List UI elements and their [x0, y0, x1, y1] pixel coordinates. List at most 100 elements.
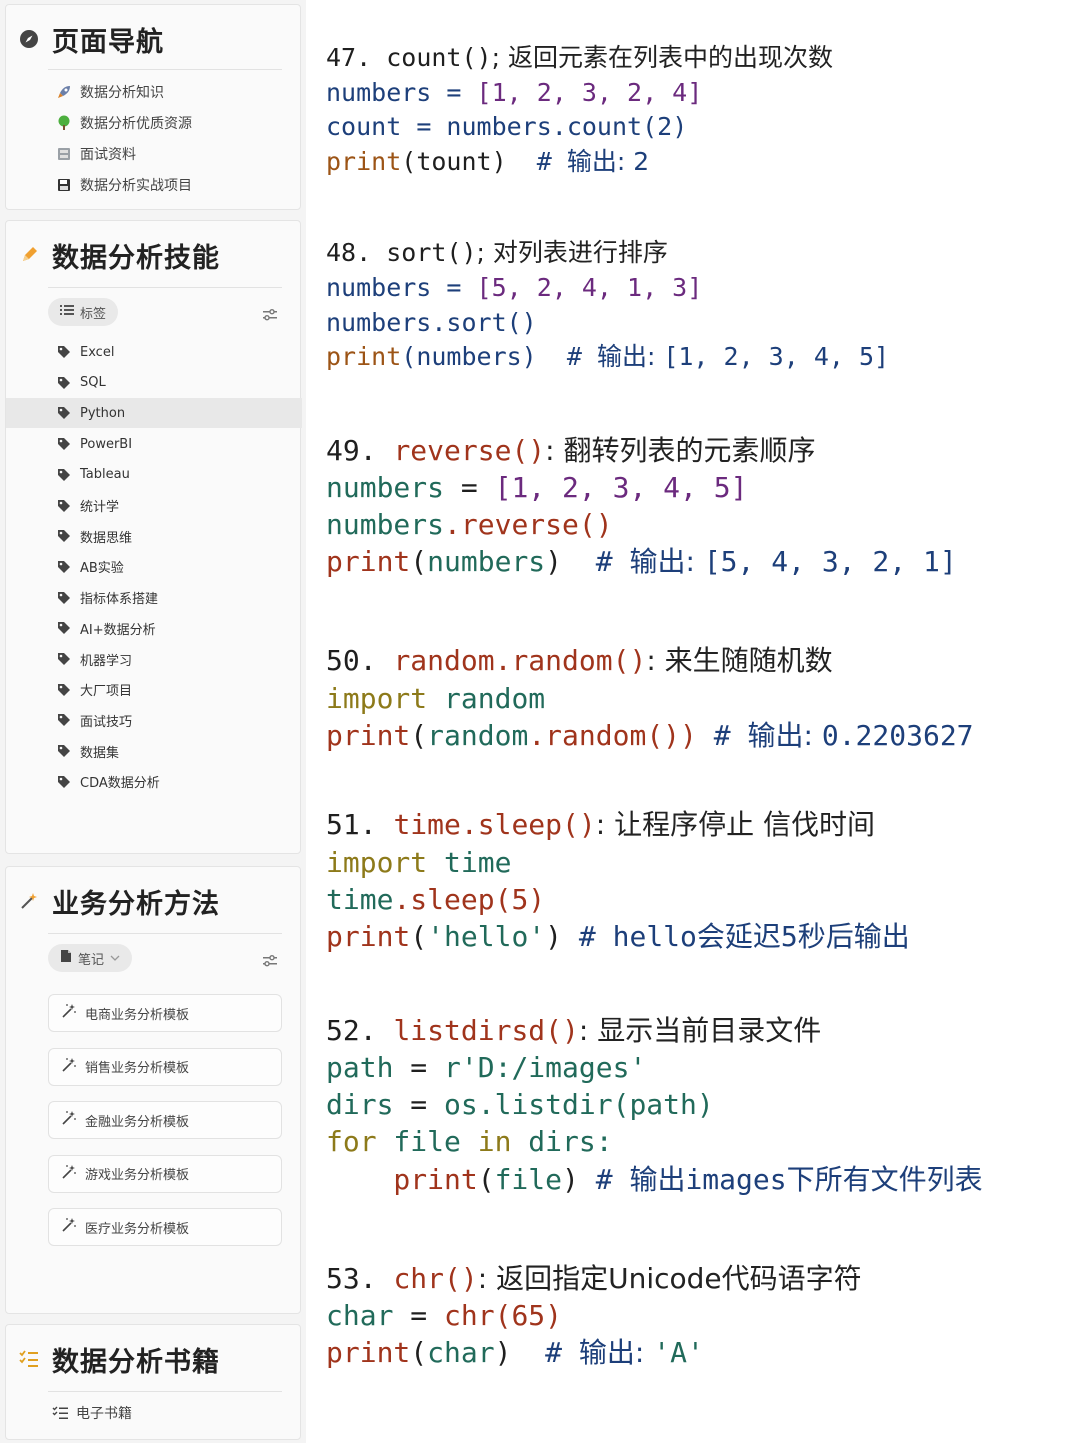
methods-card: 业务分析方法 笔记 电商业务分析模板 销售业务分析模板 金融业务分析模板 游戏业务分析… — [5, 866, 301, 1314]
code-token: ( — [477, 1163, 495, 1196]
nav-item-resources[interactable]: 数据分析优质资源 — [56, 111, 192, 135]
function-description: 返回元素在列表中的出现次数 — [507, 43, 833, 72]
block-heading: 47. count(); 返回元素在列表中的出现次数 — [326, 43, 833, 73]
code-comment: [1, 2, 3, 4, 5] — [663, 342, 890, 371]
tag-label: 指标体系搭建 — [80, 592, 159, 608]
code-token: = — [393, 1299, 445, 1332]
code-token: numbers — [326, 78, 432, 107]
function-description: 让程序停止 信伐时间 — [614, 808, 875, 841]
separator: : — [477, 1262, 497, 1295]
template-button[interactable]: 电商业务分析模板 — [48, 994, 282, 1032]
tag-item[interactable]: 机器学习 — [6, 644, 302, 674]
divider — [48, 1391, 282, 1392]
code-comment: 输出: 2 — [566, 147, 650, 176]
code-token: numbers — [326, 508, 445, 541]
code-comment: # — [562, 920, 613, 953]
tag-icon — [56, 651, 72, 667]
code-token: = — [431, 78, 477, 107]
block-heading: 51. time.sleep(): 让程序停止 信伐时间 — [326, 810, 875, 840]
template-label: 销售业务分析模板 — [85, 1061, 190, 1076]
code-comment: 输出images下所有文件列表 — [629, 1163, 983, 1196]
code-comment: hello会延迟5秒后输出 — [612, 920, 910, 953]
code-line: numbers = [5, 2, 4, 1, 3] — [326, 273, 702, 303]
code-line: numbers = [1, 2, 3, 4, 5] — [326, 473, 747, 503]
tag-icon — [56, 620, 72, 636]
template-label: 电商业务分析模板 — [85, 1007, 190, 1023]
template-button[interactable]: 游戏业务分析模板 — [48, 1154, 282, 1193]
code-token: numbers.sort() — [326, 308, 537, 337]
code-token: ) — [545, 545, 563, 578]
code-token: print — [326, 1163, 478, 1196]
tags-view-chip[interactable]: 标签 — [48, 298, 119, 326]
separator: ; — [476, 238, 493, 267]
tag-item[interactable]: 数据集 — [6, 736, 302, 766]
books-header: 数据分析书籍 — [18, 1339, 220, 1379]
tag-item[interactable]: SQL — [6, 368, 302, 398]
code-comment: 输出: — [629, 545, 704, 578]
tag-item[interactable]: AB实验 — [6, 552, 302, 582]
code-token: [5, 2, 4, 1, 3] — [476, 273, 703, 302]
magic-wand-icon — [18, 890, 40, 912]
code-token: dirs — [326, 1088, 394, 1121]
code-token: time — [427, 846, 512, 879]
code-token: char — [427, 1336, 495, 1369]
tag-item[interactable]: 大厂项目 — [6, 675, 302, 705]
separator: : — [595, 808, 615, 841]
function-description: 对列表进行排序 — [492, 238, 668, 267]
filter-settings-icon[interactable] — [262, 307, 278, 321]
checklist-icon — [18, 1348, 40, 1370]
tag-item[interactable]: Tableau — [6, 460, 302, 490]
template-button[interactable]: 医疗业务分析模板 — [48, 1208, 282, 1246]
code-line: numbers = [1, 2, 3, 2, 4] — [326, 78, 702, 108]
divider — [48, 287, 282, 288]
code-token: = — [401, 112, 447, 141]
tag-icon — [56, 712, 72, 728]
code-token: print — [326, 1336, 411, 1369]
notes-view-chip[interactable]: 笔记 — [48, 944, 133, 972]
code-comment: # — [511, 1336, 579, 1369]
chip-label: 标签 — [80, 306, 107, 322]
tag-icon — [56, 682, 72, 698]
nav-item-projects[interactable]: 数据分析实战项目 — [56, 173, 192, 197]
code-token: 'A' — [653, 1336, 704, 1369]
books-item-ebooks[interactable]: 电子书籍 — [52, 1401, 132, 1425]
item-number: 52. — [326, 1014, 394, 1047]
tag-item[interactable]: CDA数据分析 — [6, 767, 302, 797]
tag-item[interactable]: PowerBI — [6, 429, 302, 459]
nav-item-knowledge[interactable]: 数据分析知识 — [56, 80, 164, 104]
code-token: char — [326, 1299, 394, 1332]
code-line: for file in dirs: — [326, 1127, 613, 1157]
tag-item[interactable]: AI+数据分析 — [6, 613, 302, 643]
tag-item[interactable]: Excel — [6, 337, 302, 367]
code-token: os.listdir(path) — [444, 1088, 714, 1121]
code-token: file — [494, 1163, 563, 1196]
tag-item[interactable]: 指标体系搭建 — [6, 583, 302, 613]
page-nav-title: 页面导航 — [52, 26, 164, 58]
tag-item[interactable]: 面试技巧 — [6, 705, 302, 735]
block-heading: 50. random.random(): 来生随随机数 — [326, 646, 833, 676]
code-token: [1, 2, 3, 4, 5] — [494, 471, 748, 504]
tag-item[interactable]: 数据思维 — [6, 521, 302, 551]
filter-settings-icon[interactable] — [262, 953, 278, 967]
code-line: print(numbers) # 输出: [1, 2, 3, 4, 5] — [326, 342, 889, 372]
code-token: = — [431, 273, 477, 302]
item-number: 50. — [326, 644, 394, 677]
magic-wand-icon — [61, 1164, 77, 1184]
nav-item-interview[interactable]: 面试资料 — [56, 142, 136, 166]
function-name: random.random() — [393, 644, 647, 677]
item-number: 51. — [326, 808, 394, 841]
code-comment: # — [506, 147, 567, 176]
function-description: 来生随随机数 — [664, 644, 833, 677]
tag-item[interactable]: 统计学 — [6, 491, 302, 521]
nav-item-label: 数据分析实战项目 — [80, 178, 192, 194]
code-token: print — [326, 920, 411, 953]
tag-item[interactable]: Python — [6, 398, 302, 429]
block-heading: 53. chr(): 返回指定Unicode代码语字符 — [326, 1264, 862, 1294]
divider — [48, 69, 282, 70]
code-comment: 输出: — [578, 1336, 654, 1369]
code-content: 47. count(); 返回元素在列表中的出现次数 numbers = [1,… — [326, 0, 1066, 1443]
code-token: 'hello' — [427, 920, 546, 953]
template-button[interactable]: 金融业务分析模板 — [48, 1101, 282, 1139]
template-button[interactable]: 销售业务分析模板 — [48, 1047, 282, 1086]
tag-label: 数据思维 — [80, 530, 133, 546]
